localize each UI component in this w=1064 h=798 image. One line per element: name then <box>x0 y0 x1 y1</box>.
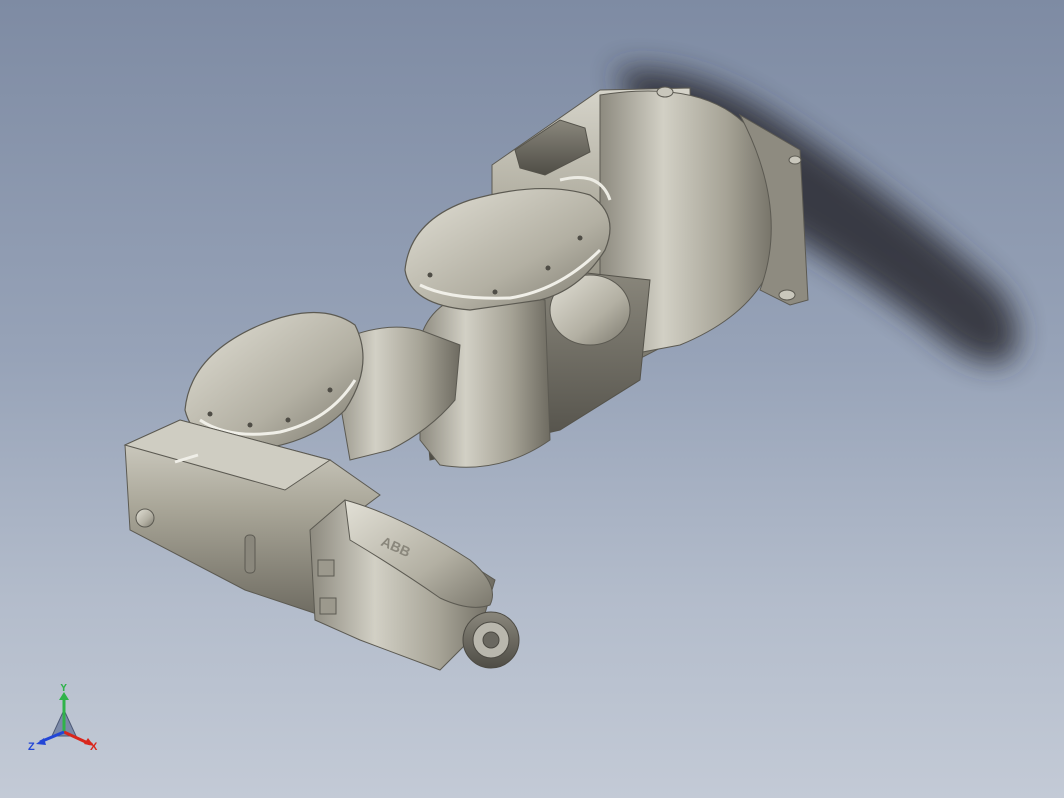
robot-arm-model[interactable]: ABB <box>0 0 1064 798</box>
cad-viewport[interactable]: ABB Y X Z <box>0 0 1064 798</box>
z-axis-label: Z <box>28 741 35 753</box>
y-axis-label: Y <box>60 684 68 694</box>
wrist: ABB <box>309 499 520 671</box>
x-axis-label: X <box>90 741 98 753</box>
axis-triad: Y X Z <box>28 684 98 753</box>
